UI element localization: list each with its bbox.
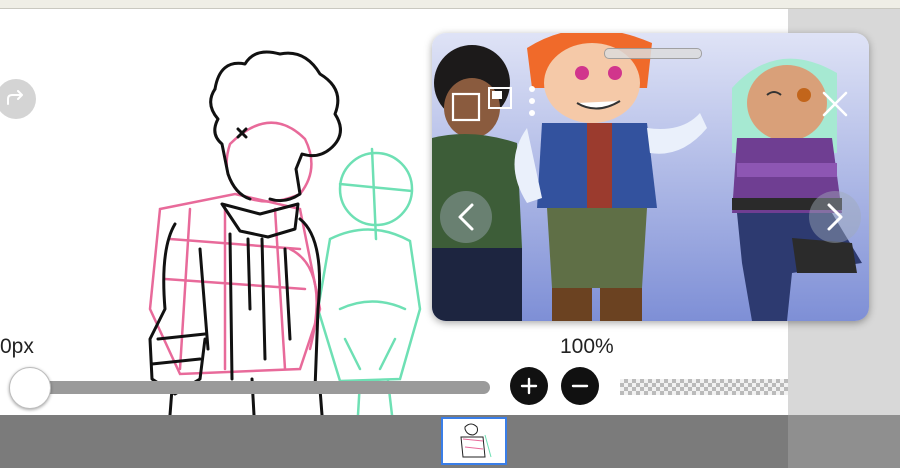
reference-image-window[interactable] [432,33,869,321]
redo-icon [7,90,23,105]
zoom-in-button[interactable] [510,367,548,405]
opacity-slider-track[interactable] [620,379,788,395]
brush-size-slider-knob[interactable] [9,367,51,409]
layer-thumbnail-strip [0,415,900,468]
more-options-icon[interactable] [526,83,538,124]
bottom-side-panel [788,415,900,468]
layer-thumbnail[interactable] [441,417,507,465]
close-icon[interactable] [820,89,850,124]
window-mode-icon[interactable] [450,91,482,128]
opacity-label: 100% [560,335,614,358]
top-status-bar [0,0,900,9]
zoom-out-button[interactable] [561,367,599,405]
drag-handle[interactable] [604,48,702,59]
next-image-button[interactable] [809,191,861,243]
minus-icon [571,384,589,388]
brush-size-label: 0px [0,335,34,358]
plus-icon [520,377,538,395]
reference-image [432,33,869,321]
chevron-right-icon [827,203,843,231]
chevron-left-icon [458,203,474,231]
picture-in-picture-icon[interactable] [486,85,514,116]
brush-size-slider-track[interactable] [30,381,490,394]
previous-image-button[interactable] [440,191,492,243]
